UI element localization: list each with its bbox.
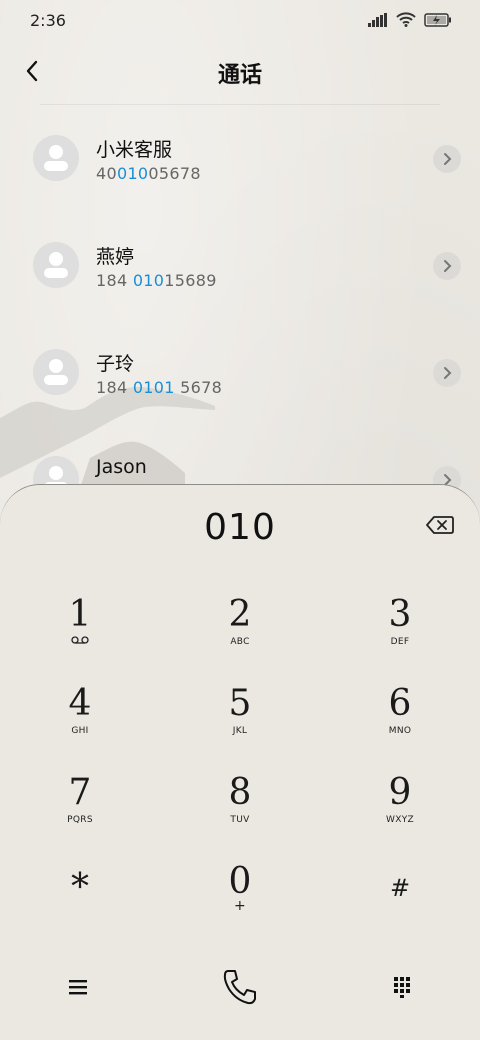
key-5[interactable]: 5 JKL — [180, 684, 300, 760]
call-button[interactable] — [212, 959, 268, 1015]
avatar-icon — [33, 349, 79, 395]
chevron-right-icon — [444, 153, 452, 165]
keypad-icon — [394, 977, 410, 998]
number-match-highlight: 0101 — [132, 378, 175, 397]
contact-item[interactable]: 燕婷 184 01015689 — [0, 212, 480, 318]
key-1[interactable]: 1 — [20, 595, 140, 671]
key-0[interactable]: 0 + — [180, 862, 300, 938]
wifi-icon — [396, 12, 416, 27]
backspace-icon[interactable] — [426, 515, 454, 535]
contact-detail-button[interactable] — [433, 145, 461, 173]
contact-detail-button[interactable] — [433, 252, 461, 280]
dialpad-panel: 010 1 2 ABC 3 DEF 4 GHI 5 JKL 6 MNO 7 PQ… — [0, 484, 480, 1040]
page-title: 通话 — [217, 63, 262, 88]
key-7[interactable]: 7 PQRS — [20, 773, 140, 849]
key-6[interactable]: 6 MNO — [340, 684, 460, 760]
contact-name: 子玲 — [96, 353, 135, 375]
dialpad-bottom-bar — [0, 951, 480, 1021]
status-bar: 2:36 — [0, 0, 480, 40]
number-match-highlight: 010 — [132, 271, 165, 290]
chevron-right-icon — [444, 260, 452, 272]
avatar-icon — [33, 135, 79, 181]
status-time: 2:36 — [30, 11, 66, 30]
keypad-toggle-button[interactable] — [374, 959, 430, 1015]
contact-detail-button[interactable] — [433, 359, 461, 387]
contact-item[interactable]: 子玲 184 0101 5678 — [0, 319, 480, 425]
menu-icon — [69, 980, 87, 995]
contact-name: 燕婷 — [96, 246, 135, 268]
battery-charging-icon — [424, 12, 451, 27]
menu-button[interactable] — [50, 959, 106, 1015]
key-2[interactable]: 2 ABC — [180, 595, 300, 671]
signal-icon — [368, 12, 387, 27]
key-hash[interactable]: # — [340, 868, 460, 944]
dialed-number: 010 — [204, 507, 276, 548]
number-match-highlight: 010 — [116, 164, 149, 183]
key-9[interactable]: 9 WXYZ — [340, 773, 460, 849]
contact-name: 小米客服 — [96, 139, 173, 161]
phone-icon — [223, 970, 256, 1005]
voicemail-icon — [71, 636, 89, 644]
key-star[interactable]: * — [20, 868, 140, 944]
contact-number: 184 01015689 — [96, 271, 217, 290]
avatar-icon — [33, 242, 79, 288]
key-8[interactable]: 8 TUV — [180, 773, 300, 849]
key-3[interactable]: 3 DEF — [340, 595, 460, 671]
contact-name: Jason — [96, 456, 147, 478]
header: 通话 — [0, 45, 480, 95]
status-icons — [368, 12, 452, 27]
contact-number: 184 0101 5678 — [96, 378, 223, 397]
contact-item[interactable]: 小米客服 4001005678 — [0, 105, 480, 211]
chevron-right-icon — [444, 367, 452, 379]
contact-number: 4001005678 — [96, 164, 201, 183]
key-4[interactable]: 4 GHI — [20, 684, 140, 760]
